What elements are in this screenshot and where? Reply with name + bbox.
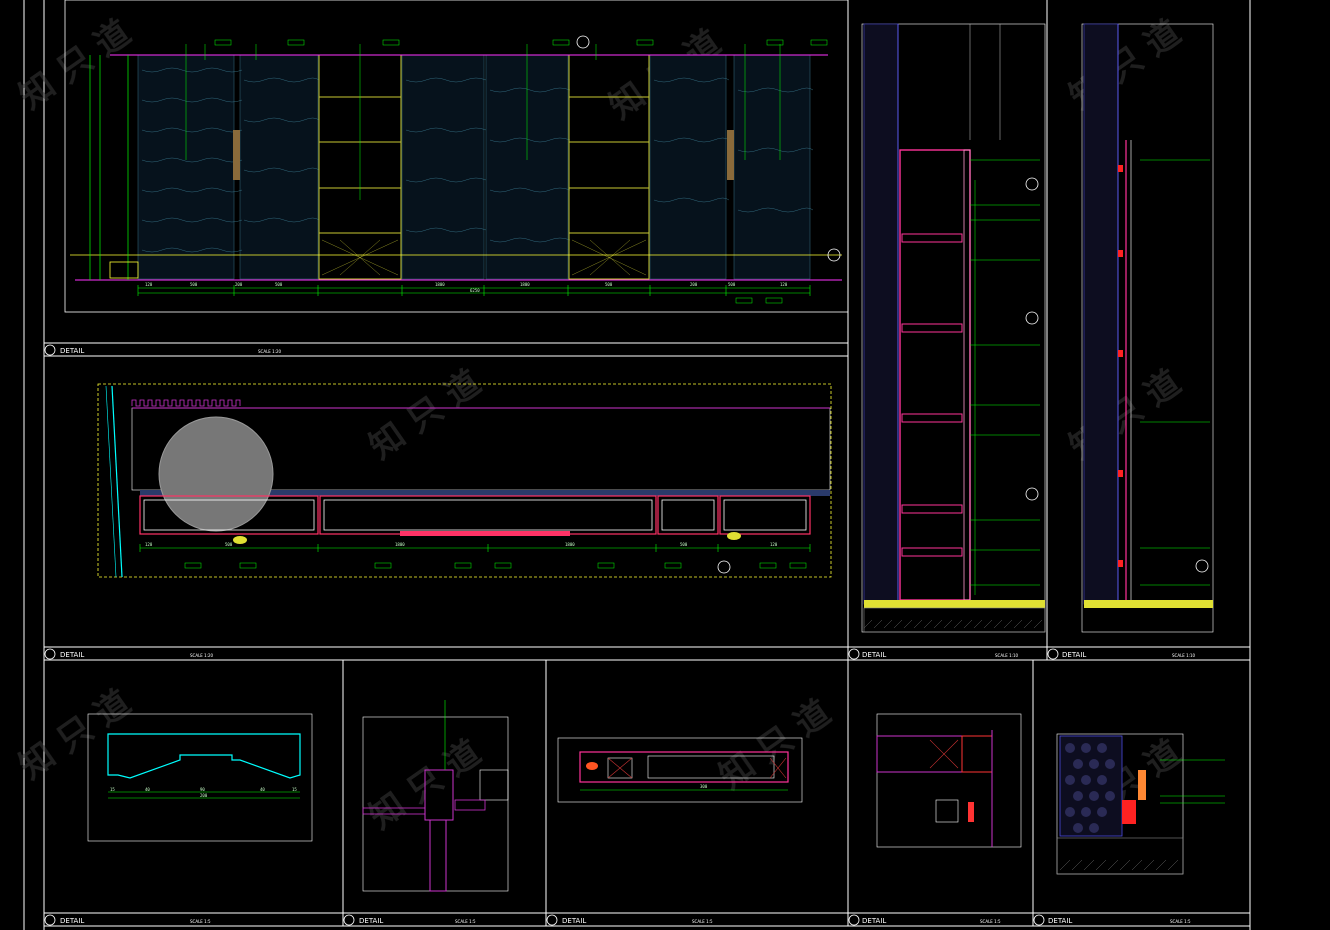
title-label: DETAIL <box>862 917 886 925</box>
svg-text:40: 40 <box>260 787 265 792</box>
svg-text:知 只 道: 知 只 道 <box>362 363 488 468</box>
title-label: DETAIL <box>359 917 383 925</box>
svg-text:120: 120 <box>145 542 153 547</box>
svg-text:15: 15 <box>110 787 115 792</box>
title-scale: SCALE 1:5 <box>1170 919 1191 924</box>
svg-text:知 只 道: 知 只 道 <box>1062 363 1188 468</box>
svg-text:知 只 道: 知 只 道 <box>12 13 138 118</box>
title-scale: SCALE 1:5 <box>455 919 476 924</box>
title-block-detail-3: DETAIL SCALE 1:5 <box>546 914 713 926</box>
title-block-section-2: DETAIL SCALE 1:10 <box>1047 648 1196 660</box>
svg-text:120: 120 <box>145 282 153 287</box>
title-block-section-1: DETAIL SCALE 1:10 <box>848 648 1019 660</box>
svg-text:500: 500 <box>605 282 613 287</box>
svg-text:知 只 道: 知 只 道 <box>1062 13 1188 118</box>
svg-text:500: 500 <box>190 282 198 287</box>
svg-text:90: 90 <box>200 787 205 792</box>
svg-text:200: 200 <box>690 282 698 287</box>
title-label: DETAIL <box>1048 917 1072 925</box>
title-block-plan: DETAIL SCALE 1:20 <box>44 648 214 660</box>
svg-text:120: 120 <box>780 282 788 287</box>
title-scale: SCALE 1:20 <box>190 653 214 658</box>
title-block-elevation: DETAIL SCALE 1:20 <box>44 344 282 356</box>
title-label: DETAIL <box>60 917 84 925</box>
title-scale: SCALE 1:10 <box>995 653 1019 658</box>
section-view-2 <box>1081 23 1214 633</box>
title-block-detail-2: DETAIL SCALE 1:5 <box>343 914 476 926</box>
title-label: DETAIL <box>1062 651 1086 659</box>
svg-text:1800: 1800 <box>395 542 405 547</box>
detail-view-1: 15 40 90 40 15 200 <box>87 713 313 842</box>
title-label: DETAIL <box>562 917 586 925</box>
title-block-detail-1: DETAIL SCALE 1:5 <box>44 914 211 926</box>
title-label: DETAIL <box>862 651 886 659</box>
svg-text:200: 200 <box>200 793 208 798</box>
title-scale: SCALE 1:5 <box>692 919 713 924</box>
svg-text:1800: 1800 <box>565 542 575 547</box>
svg-text:500: 500 <box>680 542 688 547</box>
title-block-detail-5: DETAIL SCALE 1:5 <box>1033 914 1191 926</box>
svg-text:1800: 1800 <box>520 282 530 287</box>
detail3-dim-labels: 300 <box>700 784 708 789</box>
title-label: DETAIL <box>60 347 84 355</box>
svg-text:300: 300 <box>700 784 708 789</box>
svg-text:6250: 6250 <box>470 288 480 293</box>
svg-text:120: 120 <box>770 542 778 547</box>
cad-drawing-sheet: 知 只 道 知 只 道 知 只 道 知 只 道 知 只 道 知 只 道 知 只 … <box>12 0 1251 930</box>
title-scale: SCALE 1:5 <box>980 919 1001 924</box>
elevation-view: 120 500 200 500 1800 1800 500 200 500 12… <box>64 0 849 313</box>
elevation-dim-labels: 120 500 200 500 1800 1800 500 200 500 12… <box>145 282 788 293</box>
plan-view: 120 500 1800 1800 500 120 <box>97 383 832 578</box>
title-scale: SCALE 1:10 <box>1172 653 1196 658</box>
svg-text:200: 200 <box>235 282 243 287</box>
title-block-detail-4: DETAIL SCALE 1:5 <box>848 914 1001 926</box>
title-scale: SCALE 1:20 <box>258 349 282 354</box>
title-label: DETAIL <box>60 651 84 659</box>
svg-text:500: 500 <box>225 542 233 547</box>
detail1-dim-labels: 15 40 90 40 15 200 <box>110 787 297 798</box>
title-scale: SCALE 1:5 <box>190 919 211 924</box>
svg-text:1800: 1800 <box>435 282 445 287</box>
svg-text:知 只 道: 知 只 道 <box>12 683 138 788</box>
svg-text:500: 500 <box>275 282 283 287</box>
detail-view-4 <box>876 713 1022 848</box>
svg-text:15: 15 <box>292 787 297 792</box>
svg-text:500: 500 <box>728 282 736 287</box>
section-view-1 <box>861 23 1046 633</box>
svg-text:40: 40 <box>145 787 150 792</box>
